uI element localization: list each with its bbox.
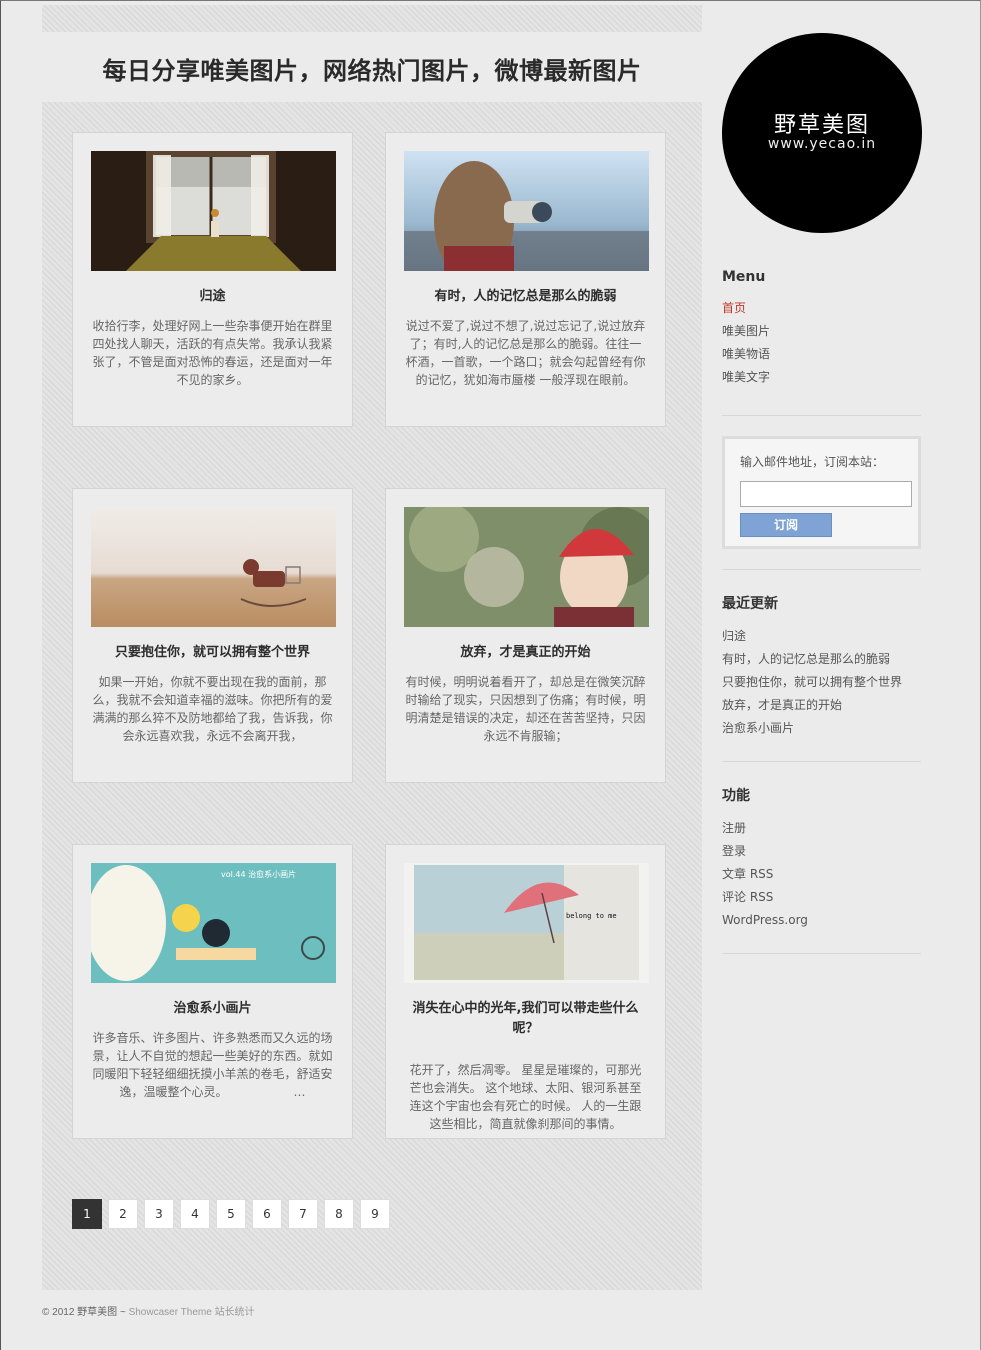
post-title[interactable]: 治愈系小画片 xyxy=(87,999,338,1019)
post-excerpt: 许多音乐、许多图片、许多熟悉而又久远的场景，让人不自觉的想起一些美好的东西。就如… xyxy=(92,1031,333,1099)
subscribe-widget: 输入邮件地址，订阅本站： 订阅 xyxy=(722,436,921,549)
post-thumbnail-healing-illustration[interactable]: vol.44 治愈系小画片 xyxy=(91,863,336,983)
meta-link-login[interactable]: 登录 xyxy=(722,840,921,863)
meta-link-register[interactable]: 注册 xyxy=(722,817,921,840)
page-button[interactable]: 7 xyxy=(288,1199,318,1229)
meta-title: 功能 xyxy=(722,788,750,804)
menu-item-beautiful-text[interactable]: 唯美文字 xyxy=(722,366,921,389)
menu-item-beautiful-pictures[interactable]: 唯美图片 xyxy=(722,320,921,343)
post-grid: 归途 收拾行李，处理好网上一些杂事便开始在群里四处找人聊天，活跃的有点失常。我承… xyxy=(42,102,702,1290)
post-card[interactable]: 只要抱住你，就可以拥有整个世界 如果一开始，你就不要出现在我的面前，那么，我就不… xyxy=(72,488,353,783)
divider xyxy=(722,761,921,762)
meta-link-posts-rss[interactable]: 文章 RSS xyxy=(722,863,921,886)
svg-text:belong to me: belong to me xyxy=(566,912,617,920)
menu-widget: Menu 首页 唯美图片 唯美物语 唯美文字 xyxy=(722,269,921,389)
post-thumbnail-umbrella[interactable]: belong to me xyxy=(404,863,649,983)
menu-title: Menu xyxy=(722,269,766,285)
post-card[interactable]: 放弃，才是真正的开始 有时候，明明说着看开了，却总是在微笑沉醉时输给了现实，只因… xyxy=(385,488,666,783)
post-card[interactable]: 归途 收拾行李，处理好网上一些杂事便开始在群里四处找人聊天，活跃的有点失常。我承… xyxy=(72,132,353,427)
recent-post-link[interactable]: 有时，人的记忆总是那么的脆弱 xyxy=(722,648,921,671)
post-excerpt: 收拾行李，处理好网上一些杂事便开始在群里四处找人聊天，活跃的有点失常。我承认我紧… xyxy=(92,319,333,387)
footer: © 2012 野草美图 ~ Showcaser Theme 站长统计 xyxy=(42,1303,255,1318)
subscribe-label: 输入邮件地址，订阅本站： xyxy=(740,455,885,469)
logo-name: 野草美图 xyxy=(773,113,870,138)
menu-item-beautiful-stories[interactable]: 唯美物语 xyxy=(722,343,921,366)
footer-theme-link[interactable]: Showcaser Theme xyxy=(129,1307,212,1318)
post-excerpt: 有时候，明明说着看开了，却总是在微笑沉醉时输给了现实，只因想到了伤痛；有时候，明… xyxy=(405,675,646,743)
meta-link-comments-rss[interactable]: 评论 RSS xyxy=(722,886,921,909)
post-card[interactable]: vol.44 治愈系小画片 治愈系小画片 许多音乐、许多图片、许多熟悉而又久远的… xyxy=(72,844,353,1139)
post-excerpt: 花开了，然后凋零。 星星是璀璨的，可那光芒也会消失。 这个地球、太阳、银河系甚至… xyxy=(409,1063,642,1131)
post-title[interactable]: 有时，人的记忆总是那么的脆弱 xyxy=(400,287,651,307)
recent-post-link[interactable]: 放弃，才是真正的开始 xyxy=(722,694,921,717)
page-button[interactable]: 2 xyxy=(108,1199,138,1229)
page-button[interactable]: 5 xyxy=(216,1199,246,1229)
post-excerpt: 如果一开始，你就不要出现在我的面前，那么，我就不会知道幸福的滋味。你把所有的爱满… xyxy=(92,675,333,743)
post-thumbnail-rocking-horse[interactable] xyxy=(91,507,336,627)
recent-posts-widget: 最近更新 归途 有时，人的记忆总是那么的脆弱 只要抱住你，就可以拥有整个世界 放… xyxy=(722,593,921,740)
post-card[interactable]: 有时，人的记忆总是那么的脆弱 说过不爱了,说过不想了,说过忘记了,说过放弃了；有… xyxy=(385,132,666,427)
post-title[interactable]: 只要抱住你，就可以拥有整个世界 xyxy=(87,643,338,663)
page-button[interactable]: 1 xyxy=(72,1199,102,1229)
post-title[interactable]: 归途 xyxy=(87,287,338,307)
menu-item-home[interactable]: 首页 xyxy=(722,297,921,320)
logo-url: www.yecao.in xyxy=(767,136,877,152)
page-button[interactable]: 4 xyxy=(180,1199,210,1229)
svg-text:vol.44 治愈系小画片: vol.44 治愈系小画片 xyxy=(221,869,296,879)
recent-post-link[interactable]: 归途 xyxy=(722,625,921,648)
post-thumbnail-girl-red-hat[interactable] xyxy=(404,507,649,627)
pagination: 1 2 3 4 5 6 7 8 9 xyxy=(72,1199,396,1229)
page-button[interactable]: 8 xyxy=(324,1199,354,1229)
post-excerpt: 说过不爱了,说过不想了,说过忘记了,说过放弃了；有时,人的记忆总是那么的脆弱。往… xyxy=(405,319,646,387)
post-title[interactable]: 消失在心中的光年,我们可以带走些什么呢？ xyxy=(400,999,651,1039)
page-button[interactable]: 6 xyxy=(252,1199,282,1229)
page-button[interactable]: 9 xyxy=(360,1199,390,1229)
header-band xyxy=(42,5,702,32)
subscribe-button[interactable]: 订阅 xyxy=(740,513,832,537)
meta-link-wordpress[interactable]: WordPress.org xyxy=(722,909,921,932)
divider xyxy=(722,953,921,954)
footer-stats-link[interactable]: 站长统计 xyxy=(215,1307,255,1318)
site-logo[interactable]: 野草美图 www.yecao.in xyxy=(722,33,922,233)
page-button[interactable]: 3 xyxy=(144,1199,174,1229)
post-title[interactable]: 放弃，才是真正的开始 xyxy=(400,643,651,663)
recent-title: 最近更新 xyxy=(722,596,778,612)
post-thumbnail-girl-binoculars[interactable] xyxy=(404,151,649,271)
recent-post-link[interactable]: 治愈系小画片 xyxy=(722,717,921,740)
footer-copyright: © 2012 野草美图 ~ xyxy=(42,1307,126,1318)
post-thumbnail-window-table[interactable] xyxy=(91,151,336,271)
divider xyxy=(722,415,921,416)
meta-widget: 功能 注册 登录 文章 RSS 评论 RSS WordPress.org xyxy=(722,785,921,932)
site-title[interactable]: 每日分享唯美图片，网络热门图片，微博最新图片 xyxy=(42,51,702,86)
email-field[interactable] xyxy=(740,481,912,507)
post-card[interactable]: belong to me 消失在心中的光年,我们可以带走些什么呢？ 花开了，然后… xyxy=(385,844,666,1139)
divider xyxy=(722,569,921,570)
recent-post-link[interactable]: 只要抱住你，就可以拥有整个世界 xyxy=(722,671,921,694)
